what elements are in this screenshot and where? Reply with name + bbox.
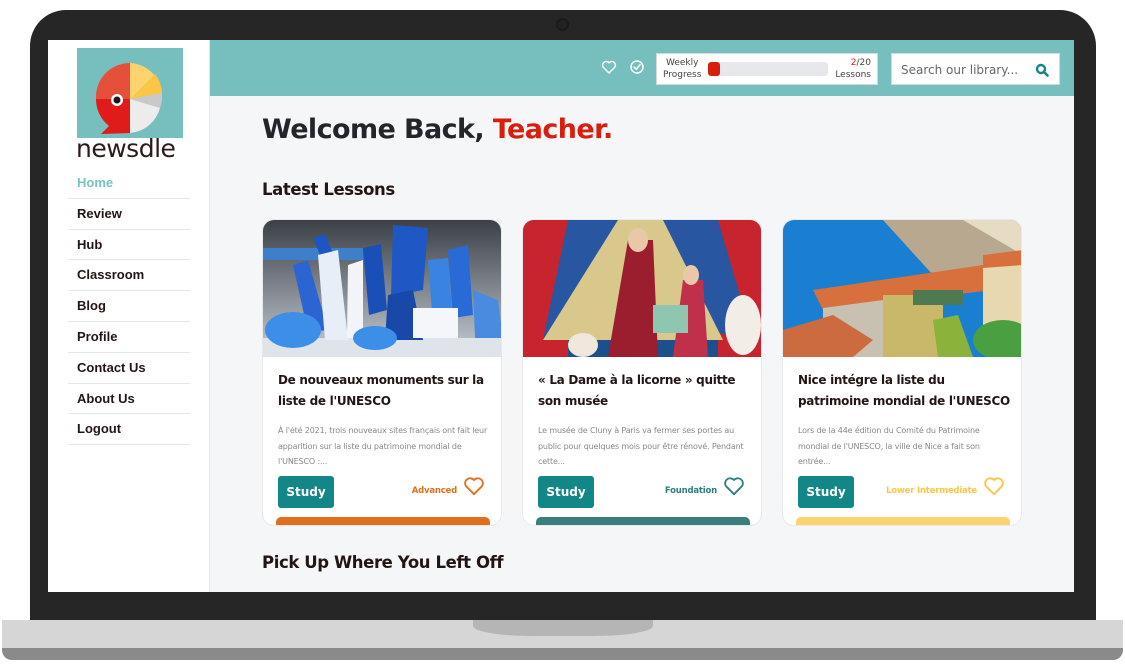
lesson-image-nice-coast[interactable]: [783, 220, 1021, 357]
level-badge: Advanced: [411, 486, 457, 496]
camera-icon: [556, 18, 569, 31]
sidebar-item-home[interactable]: Home: [68, 168, 190, 199]
lesson-card[interactable]: « La Dame à la licorne » quitte son musé…: [522, 219, 762, 526]
sidebar-item-about-us[interactable]: About Us: [68, 384, 190, 415]
level-color-bar: [796, 517, 1010, 525]
progress-bar-fill: [708, 62, 720, 76]
sidebar: newsdle Home Review Hub Classroom Blog P…: [48, 40, 210, 592]
lesson-card[interactable]: Nice intégre la liste du patrimoine mond…: [782, 219, 1022, 526]
lesson-image-tapestry[interactable]: [523, 220, 761, 357]
lesson-description: À l'été 2021, trois nouveaux sites franç…: [278, 426, 488, 466]
level-badge: Foundation: [664, 486, 717, 496]
lesson-title[interactable]: De nouveaux monuments sur la liste de l'…: [278, 370, 493, 412]
search-input[interactable]: [901, 60, 1031, 80]
lesson-title[interactable]: Nice intégre la liste du patrimoine mond…: [798, 370, 1013, 412]
sidebar-item-logout[interactable]: Logout: [68, 414, 190, 446]
lesson-title[interactable]: « La Dame à la licorne » quitte son musé…: [538, 370, 753, 412]
laptop-frame: newsdle Home Review Hub Classroom Blog P…: [0, 0, 1125, 664]
sidebar-item-classroom[interactable]: Classroom: [68, 260, 190, 292]
continue-heading: Pick Up Where You Left Off: [262, 553, 504, 572]
sidebar-item-profile[interactable]: Profile: [68, 322, 190, 353]
check-circle-icon[interactable]: [628, 58, 646, 76]
sidebar-item-hub[interactable]: Hub: [68, 230, 190, 261]
lesson-description: Le musée de Cluny à Paris va fermer ses …: [538, 426, 744, 466]
study-button[interactable]: Study: [798, 476, 854, 508]
lesson-description: Lors de la 44e édition du Comité du Patr…: [798, 426, 980, 466]
sidebar-nav: Home Review Hub Classroom Blog Profile C…: [68, 168, 190, 446]
weekly-progress-label: Weekly Progress: [663, 58, 702, 80]
sidebar-item-contact-us[interactable]: Contact Us: [68, 353, 190, 384]
top-bar: Weekly Progress 2/20 Lessons: [210, 40, 1074, 96]
laptop-hinge-notch: [473, 620, 653, 636]
user-name: Teacher.: [492, 114, 613, 145]
level-color-bar: [536, 517, 750, 525]
page-title: Welcome Back, Teacher.: [262, 114, 613, 145]
search-icon[interactable]: [1035, 62, 1049, 77]
laptop-base-bottom: [2, 648, 1123, 660]
lesson-image-city-skyline[interactable]: [263, 220, 501, 357]
logo-icon[interactable]: [77, 48, 183, 138]
level-color-bar: [276, 517, 490, 525]
favorite-heart-icon[interactable]: [723, 476, 745, 496]
favorite-heart-icon[interactable]: [983, 476, 1005, 496]
search-box: [891, 53, 1060, 85]
progress-bar: [708, 62, 828, 76]
study-button[interactable]: Study: [278, 476, 334, 508]
lessons-count: 2/20 Lessons: [835, 58, 871, 80]
sidebar-item-blog[interactable]: Blog: [68, 291, 190, 322]
heart-icon[interactable]: [600, 58, 618, 76]
lesson-card[interactable]: De nouveaux monuments sur la liste de l'…: [262, 219, 502, 526]
main-content: Welcome Back, Teacher. Latest Lessons De…: [210, 96, 1074, 592]
study-button[interactable]: Study: [538, 476, 594, 508]
level-badge: Lower Intermediate: [886, 486, 977, 496]
sidebar-item-review[interactable]: Review: [68, 199, 190, 230]
weekly-progress: Weekly Progress 2/20 Lessons: [656, 53, 878, 85]
app-screen: newsdle Home Review Hub Classroom Blog P…: [48, 40, 1074, 592]
favorite-heart-icon[interactable]: [463, 476, 485, 496]
latest-lessons-heading: Latest Lessons: [262, 180, 395, 199]
brand-name: newsdle: [76, 134, 176, 163]
